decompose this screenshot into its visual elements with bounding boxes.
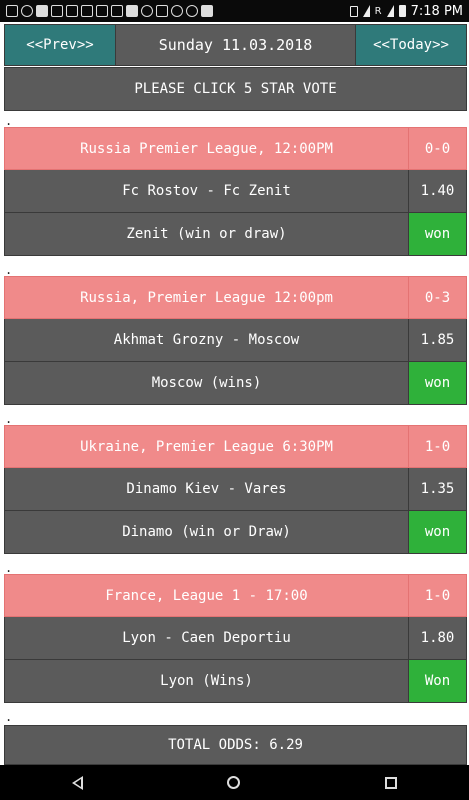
status-right: R 7:18 PM: [349, 0, 463, 22]
league-name: Russia Premier League, 12:00PM: [5, 128, 408, 169]
pick-row: Lyon (Wins) Won: [4, 660, 467, 703]
match-teams: Fc Rostov - Fc Zenit: [5, 170, 408, 212]
match-teams: Akhmat Grozny - Moscow: [5, 319, 408, 361]
signal-icon: [386, 5, 394, 17]
league-name: Ukraine, Premier League 6:30PM: [5, 426, 408, 467]
key-icon: [156, 5, 168, 17]
notification-icon: [6, 5, 18, 17]
battery-icon: [398, 5, 406, 17]
today-button[interactable]: <<Today>>: [356, 25, 466, 65]
app-icon: [66, 5, 78, 17]
result-badge: won: [408, 362, 466, 404]
match-odds: 1.80: [408, 617, 466, 659]
league-row: Ukraine, Premier League 6:30PM 1-0: [4, 425, 467, 468]
match-block: Ukraine, Premier League 6:30PM 1-0 Dinam…: [4, 425, 467, 554]
home-icon[interactable]: [227, 776, 241, 789]
result-badge: won: [408, 511, 466, 553]
app-icon: [81, 5, 93, 17]
match-block: Russia, Premier League 12:00pm 0-3 Akhma…: [4, 276, 467, 405]
match-pick: Zenit (win or draw): [5, 213, 408, 255]
match-score: 1-0: [408, 426, 466, 467]
bell-icon: [171, 5, 183, 17]
result-badge: won: [408, 213, 466, 255]
match-pick: Dinamo (win or Draw): [5, 511, 408, 553]
separator-dot: .: [5, 710, 13, 724]
match-teams: Dinamo Kiev - Vares: [5, 468, 408, 510]
separator-dot: .: [5, 561, 13, 575]
roaming-label: R: [374, 5, 382, 17]
teams-row: Dinamo Kiev - Vares 1.35: [4, 468, 467, 511]
league-name: Russia, Premier League 12:00pm: [5, 277, 408, 318]
match-score: 1-0: [408, 575, 466, 616]
prev-button[interactable]: <<Prev>>: [5, 25, 115, 65]
app-icon: [141, 5, 153, 17]
navigation-bar: [0, 765, 469, 800]
league-row: France, League 1 - 17:00 1-0: [4, 574, 467, 617]
match-block: France, League 1 - 17:00 1-0 Lyon - Caen…: [4, 574, 467, 703]
vibrate-icon: [349, 5, 358, 17]
league-name: France, League 1 - 17:00: [5, 575, 408, 616]
teams-row: Akhmat Grozny - Moscow 1.85: [4, 319, 467, 362]
match-odds: 1.40: [408, 170, 466, 212]
pick-row: Zenit (win or draw) won: [4, 213, 467, 256]
result-badge: Won: [408, 660, 466, 702]
image-icon: [111, 5, 123, 17]
date-navigation: <<Prev>> Sunday 11.03.2018 <<Today>>: [4, 24, 467, 66]
match-score: 0-0: [408, 128, 466, 169]
app-icon: [96, 5, 108, 17]
app-icon: [51, 5, 63, 17]
league-row: Russia, Premier League 12:00pm 0-3: [4, 276, 467, 319]
total-odds: TOTAL ODDS: 6.29: [4, 725, 467, 765]
teams-row: Fc Rostov - Fc Zenit 1.40: [4, 170, 467, 213]
notification-icons: [0, 5, 213, 17]
match-teams: Lyon - Caen Deportiu: [5, 617, 408, 659]
bluetooth-icon: [21, 5, 33, 17]
vote-banner[interactable]: PLEASE CLICK 5 STAR VOTE: [4, 67, 467, 111]
current-date: Sunday 11.03.2018: [115, 25, 356, 65]
teams-row: Lyon - Caen Deportiu 1.80: [4, 617, 467, 660]
whatsapp-icon: [186, 5, 198, 17]
status-bar: R 7:18 PM: [0, 0, 469, 22]
separator-dot: .: [5, 412, 13, 426]
match-block: Russia Premier League, 12:00PM 0-0 Fc Ro…: [4, 127, 467, 256]
pick-row: Dinamo (win or Draw) won: [4, 511, 467, 554]
app-icon: [201, 5, 213, 17]
match-pick: Lyon (Wins): [5, 660, 408, 702]
league-row: Russia Premier League, 12:00PM 0-0: [4, 127, 467, 170]
pick-row: Moscow (wins) won: [4, 362, 467, 405]
match-odds: 1.35: [408, 468, 466, 510]
clock: 7:18 PM: [410, 3, 463, 19]
separator-dot: .: [5, 263, 13, 277]
app-icon: [36, 5, 48, 17]
match-odds: 1.85: [408, 319, 466, 361]
wifi-icon: [362, 5, 370, 17]
match-score: 0-3: [408, 277, 466, 318]
separator-dot: .: [5, 114, 13, 128]
recent-apps-icon[interactable]: [384, 776, 397, 789]
back-icon[interactable]: [72, 775, 84, 790]
app-icon: [126, 5, 138, 17]
match-pick: Moscow (wins): [5, 362, 408, 404]
